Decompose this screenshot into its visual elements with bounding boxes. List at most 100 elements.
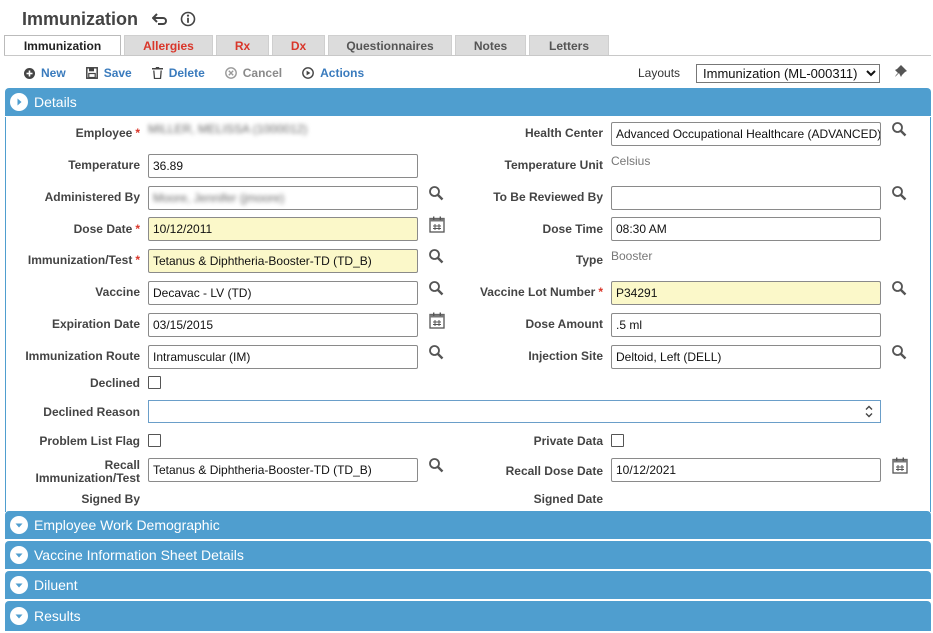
tab-questionnaires[interactable]: Questionnaires [328, 35, 452, 56]
dose-date-label: Dose Date * [73, 222, 140, 236]
health-center-label: Health Center [524, 126, 603, 140]
administered-by-field[interactable]: Moore, Jennifer (jmoore) [148, 186, 418, 210]
diluent-title: Diluent [34, 577, 78, 593]
chevron-down-circle-icon [10, 546, 28, 564]
diluent-header[interactable]: Diluent [5, 571, 931, 599]
private-data-label: Private Data [533, 434, 603, 448]
save-button[interactable]: Save [85, 66, 132, 80]
immunization-route-field[interactable]: Intramuscular (IM) [148, 345, 418, 369]
problem-list-flag-label: Problem List Flag [39, 434, 140, 448]
cancel-button[interactable]: Cancel [224, 66, 283, 80]
vaccine-lot-number-label: Vaccine Lot Number * [479, 285, 603, 299]
cancel-label: Cancel [242, 66, 283, 80]
injection-site-label: Injection Site [528, 349, 603, 363]
search-icon[interactable] [891, 121, 907, 137]
dose-time-label: Dose Time [542, 222, 603, 236]
info-icon[interactable] [180, 11, 196, 27]
signed-by-label: Signed By [81, 492, 140, 506]
play-circle-icon [302, 67, 315, 79]
page-header: Immunization [22, 6, 196, 32]
chevron-right-circle-icon [10, 93, 28, 111]
dose-date-field[interactable]: 10/12/2011 [148, 217, 418, 241]
search-icon[interactable] [428, 344, 444, 360]
temperature-field[interactable]: 36.89 [148, 154, 418, 178]
recall-dose-date-label: Recall Dose Date [505, 464, 603, 478]
actions-label: Actions [320, 66, 365, 80]
search-icon[interactable] [891, 344, 907, 360]
immunization-test-field[interactable]: Tetanus & Diphtheria-Booster-TD (TD_B) [148, 249, 418, 273]
immunization-test-label: Immunization/Test * [27, 253, 140, 267]
calendar-icon[interactable] [429, 312, 445, 329]
type-label: Type [575, 253, 603, 267]
recall-dose-date-field[interactable]: 10/12/2021 [611, 458, 881, 482]
dose-amount-field[interactable]: .5 ml [611, 313, 881, 337]
new-label: New [41, 66, 66, 80]
calendar-icon[interactable] [429, 216, 445, 233]
tab-allergies[interactable]: Allergies [124, 35, 213, 56]
details-section-header[interactable]: Details [5, 88, 931, 116]
dose-time-field[interactable]: 08:30 AM [611, 217, 881, 241]
to-be-reviewed-by-field[interactable] [611, 186, 881, 210]
to-be-reviewed-by-label: To Be Reviewed By [493, 190, 603, 204]
vaccine-label: Vaccine [95, 285, 140, 299]
tab-notes[interactable]: Notes [455, 35, 526, 56]
temperature-label: Temperature [68, 158, 140, 172]
vaccine-information-sheet-title: Vaccine Information Sheet Details [34, 547, 244, 563]
type-value: Booster [611, 249, 653, 263]
tab-divider [4, 55, 931, 56]
tab-immunization[interactable]: Immunization [4, 35, 121, 56]
undo-icon[interactable] [152, 12, 168, 26]
search-icon[interactable] [891, 280, 907, 296]
vaccine-information-sheet-header[interactable]: Vaccine Information Sheet Details [5, 541, 931, 569]
temperature-unit-label: Temperature Unit [504, 158, 603, 172]
immunization-route-label: Immunization Route [25, 349, 140, 363]
delete-label: Delete [168, 66, 205, 80]
injection-site-field[interactable]: Deltoid, Left (DELL) [611, 345, 881, 369]
layouts-control: Layouts Immunization (ML-000311) [638, 63, 881, 83]
plus-circle-icon [24, 67, 35, 79]
vaccine-lot-number-field[interactable]: P34291 [611, 281, 881, 305]
results-header[interactable]: Results [5, 601, 931, 631]
save-icon [85, 67, 98, 79]
layout-select[interactable]: Immunization (ML-000311) [696, 63, 881, 83]
spinner-arrows-icon[interactable] [863, 403, 875, 420]
search-icon[interactable] [428, 185, 444, 201]
employee-work-demographic-title: Employee Work Demographic [34, 517, 220, 533]
tab-rx[interactable]: Rx [216, 35, 269, 56]
dose-amount-label: Dose Amount [525, 317, 603, 331]
save-label: Save [103, 66, 132, 80]
new-button[interactable]: New [24, 66, 66, 80]
recall-immunization-label: Recall Immunization/Test [35, 458, 140, 485]
details-section-title: Details [34, 94, 77, 110]
employee-work-demographic-header[interactable]: Employee Work Demographic [5, 511, 931, 539]
chevron-down-circle-icon [10, 607, 28, 625]
private-data-checkbox[interactable] [611, 434, 624, 447]
declined-label: Declined [89, 376, 140, 390]
search-icon[interactable] [428, 280, 444, 296]
signed-date-label: Signed Date [533, 492, 603, 506]
declined-checkbox[interactable] [148, 376, 161, 389]
delete-button[interactable]: Delete [151, 66, 205, 80]
expiration-date-label: Expiration Date [51, 317, 140, 331]
cancel-icon [224, 67, 237, 79]
administered-by-label: Administered By [44, 190, 140, 204]
results-title: Results [34, 608, 81, 624]
employee-label: Employee * [75, 126, 140, 140]
declined-reason-label: Declined Reason [43, 405, 140, 419]
expiration-date-field[interactable]: 03/15/2015 [148, 313, 418, 337]
problem-list-flag-checkbox[interactable] [148, 434, 161, 447]
chevron-down-circle-icon [10, 516, 28, 534]
tab-letters[interactable]: Letters [529, 35, 609, 56]
declined-reason-field[interactable] [148, 400, 881, 423]
trash-icon [151, 67, 163, 79]
calendar-icon[interactable] [892, 457, 908, 474]
actions-button[interactable]: Actions [302, 66, 364, 80]
search-icon[interactable] [428, 248, 444, 264]
health-center-field[interactable]: Advanced Occupational Healthcare (ADVANC… [611, 122, 881, 146]
tab-dx[interactable]: Dx [272, 35, 325, 56]
recall-immunization-field[interactable]: Tetanus & Diphtheria-Booster-TD (TD_B) [148, 458, 418, 482]
search-icon[interactable] [428, 457, 444, 473]
pin-icon[interactable] [894, 64, 910, 83]
vaccine-field[interactable]: Decavac - LV (TD) [148, 281, 418, 305]
search-icon[interactable] [891, 185, 907, 201]
